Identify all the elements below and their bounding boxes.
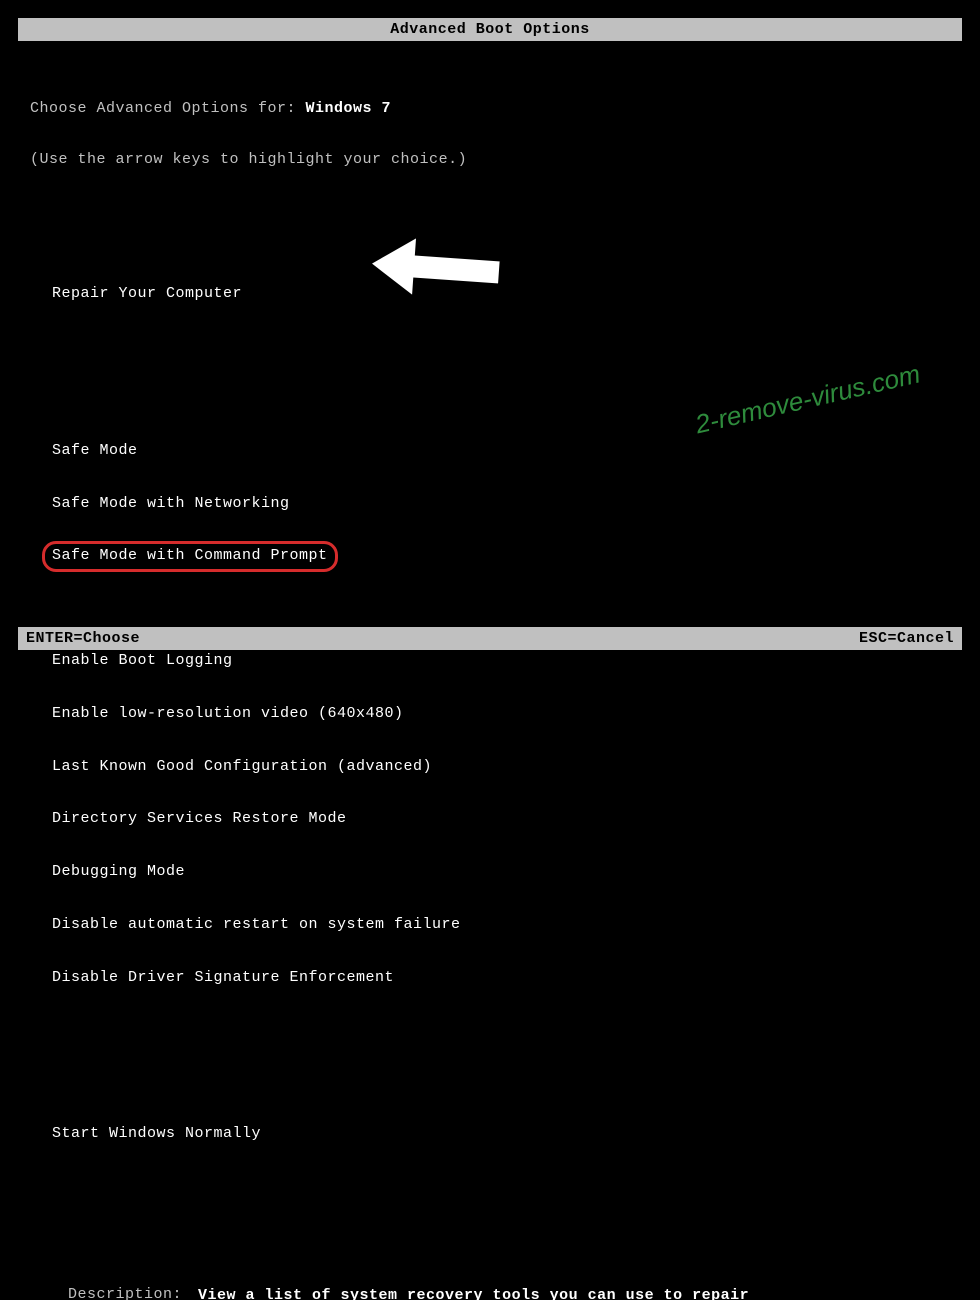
footer-bar: ENTER=Choose ESC=Cancel [18, 627, 962, 650]
option-low-res[interactable]: Enable low-resolution video (640x480) [52, 705, 404, 724]
option-last-known-good[interactable]: Last Known Good Configuration (advanced) [52, 758, 432, 777]
footer-esc: ESC=Cancel [859, 630, 954, 647]
main-content: Choose Advanced Options for: Windows 7 (… [0, 41, 980, 1300]
description-label: Description: [68, 1286, 198, 1300]
option-start-normally[interactable]: Start Windows Normally [52, 1125, 261, 1144]
option-ds-restore[interactable]: Directory Services Restore Mode [52, 810, 347, 829]
option-safe-mode[interactable]: Safe Mode [52, 442, 138, 461]
os-name: Windows 7 [306, 100, 392, 117]
option-disable-auto-restart[interactable]: Disable automatic restart on system fail… [52, 916, 461, 935]
title-bar: Advanced Boot Options [18, 18, 962, 41]
footer-enter: ENTER=Choose [26, 630, 140, 647]
screen-title: Advanced Boot Options [390, 21, 590, 38]
option-repair[interactable]: Repair Your Computer [52, 285, 242, 304]
options-block: Repair Your Computer Safe Mode Safe Mode… [30, 251, 950, 1178]
intro-line: Choose Advanced Options for: Windows 7 [30, 100, 950, 117]
description-text: View a list of system recovery tools you… [198, 1286, 758, 1300]
option-safe-mode-cmd[interactable]: Safe Mode with Command Prompt [52, 547, 328, 566]
option-debugging[interactable]: Debugging Mode [52, 863, 185, 882]
option-disable-driver-sig[interactable]: Disable Driver Signature Enforcement [52, 969, 394, 988]
option-safe-mode-networking[interactable]: Safe Mode with Networking [52, 495, 290, 514]
hint-line: (Use the arrow keys to highlight your ch… [30, 151, 950, 168]
option-boot-logging[interactable]: Enable Boot Logging [52, 652, 233, 671]
description-block: Description:View a list of system recove… [30, 1269, 950, 1300]
